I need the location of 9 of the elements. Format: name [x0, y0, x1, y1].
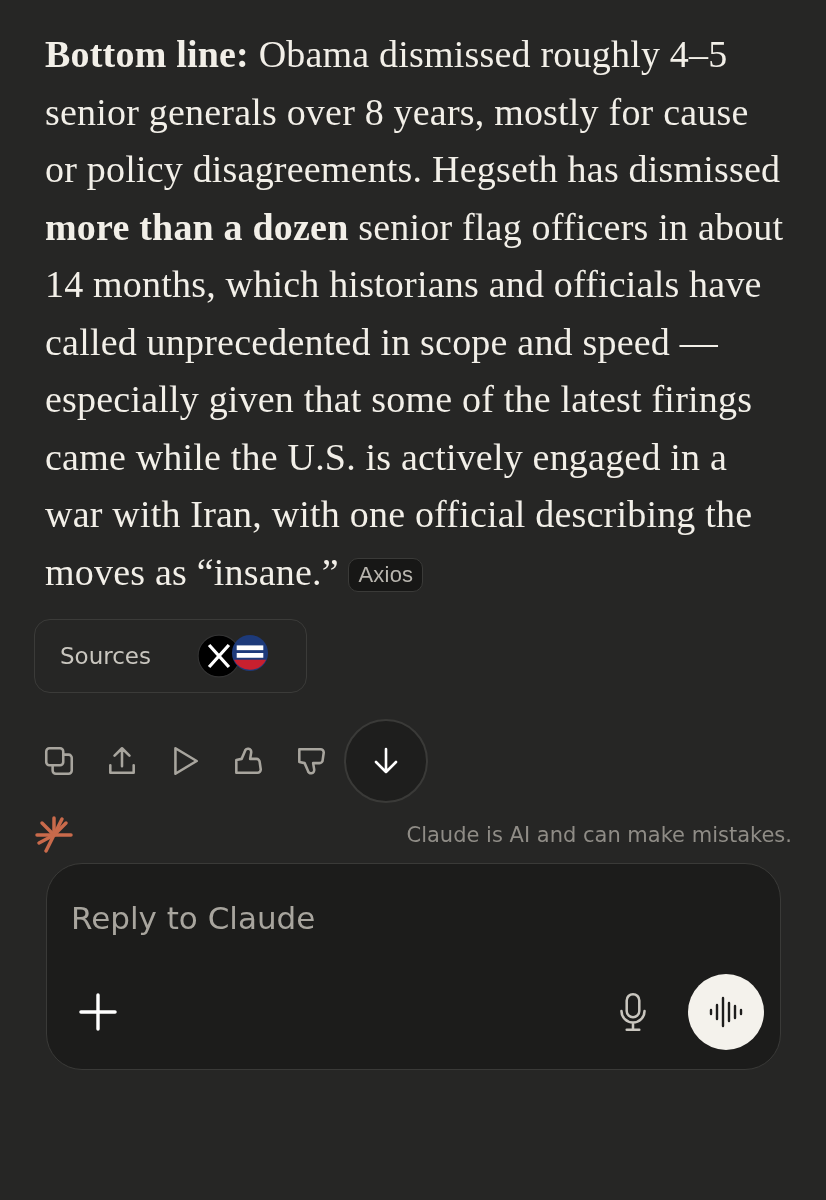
copy-icon[interactable]	[42, 744, 76, 778]
news-logo-icon	[231, 634, 269, 672]
response-paragraph: Bottom line: Obama dismissed roughly 4–5 senior generals over 8 years, mostly for cause or policy disagreements. Hegseth has dismissed more than a dozen senior flag officers in about 14 months, which historians and officials have called unprecedented in scope and speed — especially given that some of the latest firings came while the U.S. is actively engaged in a war with Iran, with one official describing the moves as “insane.” Axios	[45, 32, 785, 595]
sparkle-logo-icon	[34, 815, 74, 855]
reply-input[interactable]: Reply to Claude	[71, 900, 471, 936]
disclaimer-text: Claude is AI and can make mistakes.	[406, 823, 792, 847]
add-icon[interactable]	[77, 991, 119, 1033]
citation-link[interactable]: Axios	[348, 557, 424, 592]
sources-button[interactable]: Sources	[34, 619, 307, 693]
